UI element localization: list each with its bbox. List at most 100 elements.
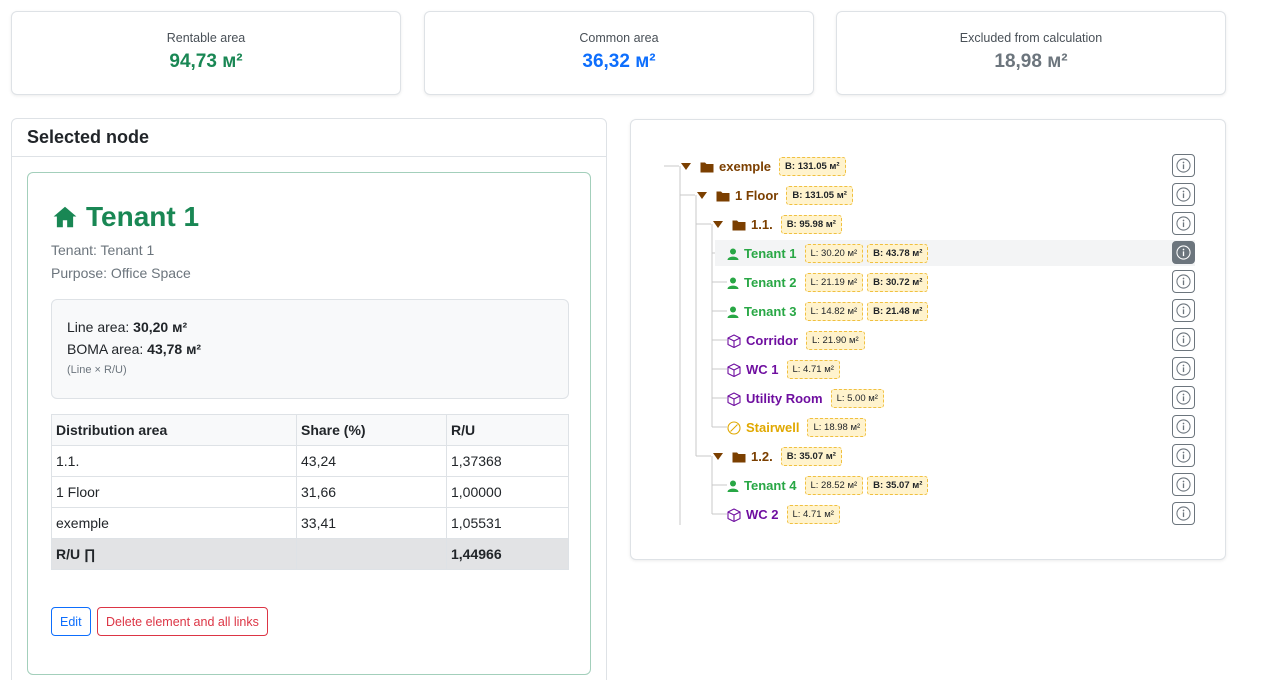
boma-badge: B: 95.98 м² — [780, 215, 842, 234]
info-button[interactable] — [1172, 444, 1195, 467]
caret-down-icon[interactable] — [697, 192, 707, 199]
tree-node[interactable]: Tenant 3 L: 14.82 м² B: 21.48 м² — [631, 297, 1225, 326]
cube-icon — [727, 333, 741, 348]
tree-node-label[interactable]: Stairwell — [746, 420, 799, 435]
formula-note: (Line × R/U) — [67, 364, 127, 376]
tree-node[interactable]: 1.1. B: 95.98 м² — [631, 210, 1225, 239]
info-button[interactable] — [1172, 154, 1195, 177]
tree-node-label[interactable]: Tenant 3 — [744, 304, 797, 319]
selected-node-panel: Selected node Tenant 1 Tenant: Tenant 1 … — [11, 118, 607, 680]
edit-button[interactable]: Edit — [51, 607, 91, 636]
caret-down-icon[interactable] — [713, 453, 723, 460]
tree-node-label[interactable]: WC 1 — [746, 362, 779, 377]
table-cell: exemple — [51, 507, 297, 539]
tree-node[interactable]: 1 Floor B: 131.05 м² — [631, 181, 1225, 210]
tree-node[interactable]: Tenant 4 L: 28.52 м² B: 35.07 м² — [631, 471, 1225, 500]
line-badge: L: 30.20 м² — [804, 244, 864, 263]
folder-icon — [732, 219, 746, 231]
line-badge: L: 28.52 м² — [804, 476, 864, 495]
info-button[interactable] — [1172, 183, 1195, 206]
delete-element-button[interactable]: Delete element and all links — [97, 607, 268, 636]
boma-badge: B: 35.07 м² — [867, 476, 929, 495]
info-button[interactable] — [1172, 270, 1195, 293]
person-icon — [727, 248, 739, 260]
tree-node-label[interactable]: Tenant 4 — [744, 478, 797, 493]
info-button[interactable] — [1172, 386, 1195, 409]
table-cell: 1 Floor — [51, 476, 297, 508]
line-badge: L: 18.98 м² — [807, 418, 867, 437]
info-button[interactable] — [1172, 502, 1195, 525]
tree-node-label[interactable]: Tenant 1 — [744, 246, 797, 261]
tree-node[interactable]: 1.2. B: 35.07 м² — [631, 442, 1225, 471]
table-row: 1 Floor 31,66 1,00000 — [51, 476, 569, 508]
boma-badge: B: 43.78 м² — [867, 244, 929, 263]
person-icon — [727, 277, 739, 289]
line-badge: L: 4.71 м² — [786, 505, 840, 524]
info-button[interactable] — [1172, 357, 1195, 380]
info-button[interactable] — [1172, 299, 1195, 322]
info-icon — [1176, 187, 1191, 202]
tree-node[interactable]: Stairwell L: 18.98 м² — [631, 413, 1225, 442]
boma-badge: B: 30.72 м² — [867, 273, 929, 292]
table-cell: 1,37368 — [446, 445, 569, 477]
boma-badge: B: 35.07 м² — [780, 447, 842, 466]
tree-node[interactable]: WC 2 L: 4.71 м² — [631, 500, 1225, 529]
info-icon — [1176, 158, 1191, 173]
table-cell: 31,66 — [296, 476, 447, 508]
info-icon — [1176, 390, 1191, 405]
tree-node-label[interactable]: 1.1. — [751, 217, 773, 232]
line-area-row: Line area: 30,20 м² — [67, 317, 553, 339]
info-icon — [1176, 361, 1191, 376]
line-badge: L: 4.71 м² — [786, 360, 840, 379]
caret-down-icon[interactable] — [713, 221, 723, 228]
boma-badge: B: 131.05 м² — [779, 157, 846, 176]
tree-node-label[interactable]: WC 2 — [746, 507, 779, 522]
col-share: Share (%) — [296, 414, 447, 446]
excluded-area-card: Excluded from calculation 18,98 м² — [836, 11, 1226, 95]
tree-node[interactable]: Utility Room L: 5.00 м² — [631, 384, 1225, 413]
rentable-area-label: Rentable area — [166, 31, 246, 45]
total-value: 1,44966 — [446, 538, 569, 570]
line-area-label: Line area: — [67, 319, 130, 335]
caret-down-icon[interactable] — [681, 163, 691, 170]
info-button[interactable] — [1172, 415, 1195, 438]
tree-node[interactable]: exemple B: 131.05 м² — [631, 152, 1225, 181]
info-button[interactable] — [1172, 212, 1195, 235]
boma-area-row: BOMA area: 43,78 м² — [67, 339, 553, 361]
line-badge: L: 21.19 м² — [804, 273, 864, 292]
info-icon — [1176, 274, 1191, 289]
boma-area-label: BOMA area: — [67, 340, 144, 357]
excluded-area-label: Excluded from calculation — [959, 31, 1103, 45]
info-button[interactable] — [1172, 473, 1195, 496]
tree-node-label[interactable]: 1 Floor — [735, 188, 778, 203]
col-ru: R/U — [446, 414, 569, 446]
tree-node[interactable]: Tenant 2 L: 21.19 м² B: 30.72 м² — [631, 268, 1225, 297]
tree-node[interactable]: Corridor L: 21.90 м² — [631, 326, 1225, 355]
info-icon — [1176, 419, 1191, 434]
tree-node-label[interactable]: 1.2. — [751, 449, 773, 464]
tree-node-label[interactable]: Corridor — [746, 333, 798, 348]
tree-node-label[interactable]: Utility Room — [746, 391, 823, 406]
tree-node[interactable]: WC 1 L: 4.71 м² — [631, 355, 1225, 384]
info-button[interactable] — [1172, 241, 1195, 264]
selected-node-header: Selected node — [12, 119, 606, 157]
cube-icon — [727, 507, 741, 522]
tree-node-label[interactable]: exemple — [719, 159, 771, 174]
cube-icon — [727, 362, 741, 377]
line-badge: L: 21.90 м² — [806, 331, 865, 350]
tenant-line: Tenant: Tenant 1 — [51, 242, 155, 258]
folder-icon — [732, 451, 746, 463]
rentable-area-card: Rentable area 94,73 м² — [11, 11, 401, 95]
tree-node-label[interactable]: Tenant 2 — [744, 275, 797, 290]
folder-icon — [716, 190, 730, 202]
area-summary-box: Line area: 30,20 м² BOMA area: 43,78 м² … — [51, 299, 569, 399]
line-area-value: 30,20 м² — [133, 319, 188, 335]
line-badge: L: 14.82 м² — [804, 302, 864, 321]
node-detail-card: Tenant 1 Tenant: Tenant 1 Purpose: Offic… — [27, 172, 591, 675]
info-icon — [1176, 332, 1191, 347]
area-tree-panel: exemple B: 131.05 м² 1 Floor B: 131.05 м² 1.… — [630, 119, 1226, 560]
table-row: exemple 33,41 1,05531 — [51, 507, 569, 539]
info-button[interactable] — [1172, 328, 1195, 351]
info-icon — [1176, 216, 1191, 231]
tree-node[interactable]: Tenant 1 L: 30.20 м² B: 43.78 м² — [631, 239, 1225, 268]
